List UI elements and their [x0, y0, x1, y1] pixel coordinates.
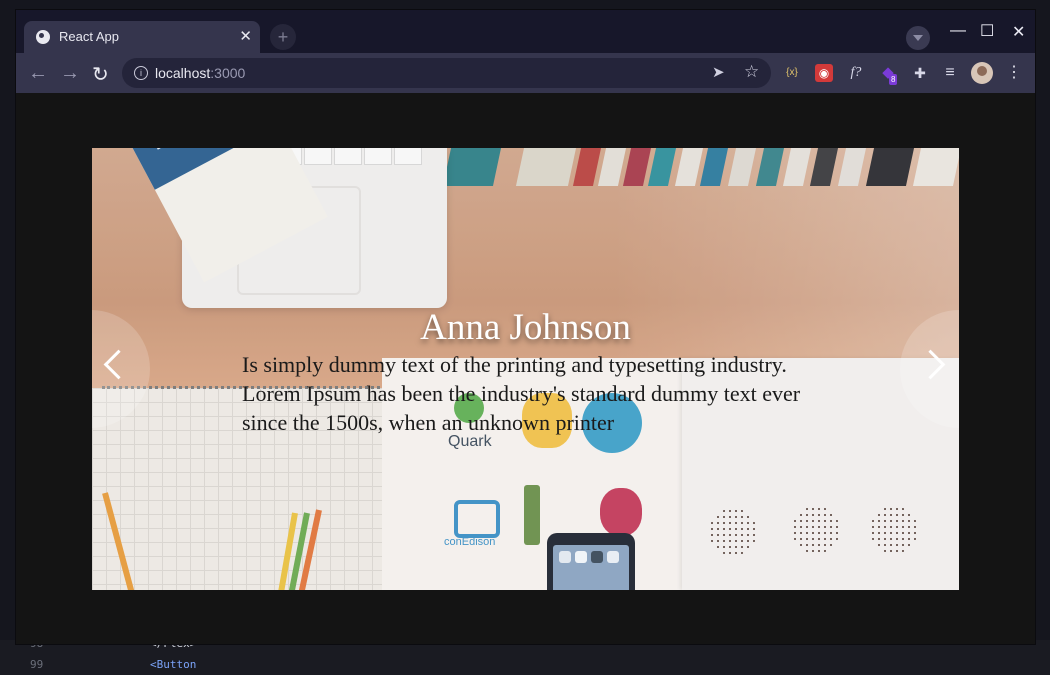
profile-avatar[interactable]	[971, 62, 993, 84]
menu-icon[interactable]: ⋮	[1006, 62, 1022, 82]
back-button[interactable]: ←	[28, 62, 48, 85]
line-number: 99	[30, 658, 44, 671]
formula-ext-icon[interactable]: f?	[847, 64, 865, 82]
maximize-button[interactable]: ☐	[980, 21, 994, 41]
tab-strip: React App ✕ + — ☐ ✕	[16, 10, 1035, 53]
code-editor-background: 98 </Flex> 99 <Button	[0, 637, 1050, 675]
reading-list-icon[interactable]: ≡	[941, 64, 959, 82]
info-icon[interactable]: i	[134, 66, 148, 80]
red-ext-icon[interactable]: ◉	[815, 64, 833, 82]
purple-ext-icon[interactable]: ◆ 8	[879, 64, 898, 85]
tab-search-icon[interactable]	[906, 26, 930, 50]
close-window-button[interactable]: ✕	[1012, 22, 1025, 42]
code-tag: <Button	[150, 658, 197, 671]
url-host: localhost	[155, 65, 211, 81]
extension-badge: 8	[889, 74, 898, 85]
chevron-left-icon	[103, 349, 134, 380]
new-tab-button[interactable]: +	[270, 24, 296, 50]
tab-react-app[interactable]: React App ✕	[24, 21, 260, 53]
browser-toolbar: ← → ↻ i localhost:3000 ➤ ☆ {x} ◉ f? ◆ 8 ✚…	[16, 53, 1035, 93]
slide-description: Is simply dummy text of the printing and…	[242, 352, 801, 435]
puzzle-icon[interactable]: ✚	[911, 64, 929, 82]
send-icon[interactable]: ➤	[712, 63, 725, 81]
browser-window: React App ✕ + — ☐ ✕ ← → ↻ i localhost:30…	[16, 10, 1035, 644]
code-line: <Button	[150, 658, 196, 671]
url-text[interactable]: localhost:3000	[155, 65, 245, 81]
carousel-slide: mini Quark conEdison	[92, 148, 959, 590]
chevron-right-icon	[915, 349, 946, 380]
json-ext-icon[interactable]: {x}	[783, 64, 801, 82]
url-port: :3000	[210, 65, 246, 81]
page-viewport: mini Quark conEdison	[16, 93, 1035, 644]
slide-title: Anna Johnson	[420, 307, 631, 348]
tab-title: React App	[59, 29, 119, 44]
minimize-button[interactable]: —	[950, 22, 966, 40]
bookmark-star-icon[interactable]: ☆	[744, 62, 759, 82]
forward-button[interactable]: →	[60, 62, 80, 85]
reload-button[interactable]: ↻	[92, 62, 109, 87]
globe-icon	[36, 30, 50, 44]
close-tab-icon[interactable]: ✕	[239, 27, 252, 45]
address-bar[interactable]: i localhost:3000 ➤ ☆	[122, 58, 771, 88]
